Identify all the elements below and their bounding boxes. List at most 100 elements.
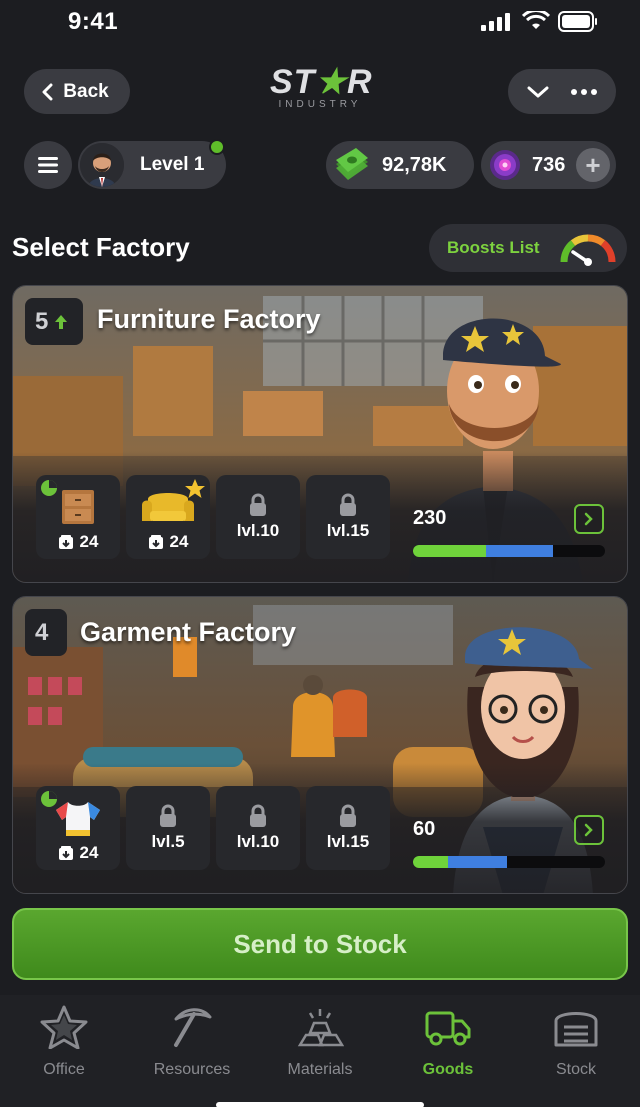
logo-star-icon: ★ xyxy=(315,63,347,101)
add-gems-button[interactable]: + xyxy=(576,148,610,182)
unlock-level-label: lvl.10 xyxy=(236,521,280,540)
boosts-list-button[interactable]: Boosts List xyxy=(429,224,627,272)
factory-progress-bar xyxy=(413,856,605,868)
factory-stat: 60 xyxy=(413,818,436,840)
logo-word-a: ST xyxy=(270,63,316,101)
tab-label: Goods xyxy=(422,1061,474,1078)
dresser-icon xyxy=(62,490,94,524)
bottom-tab-bar: Office Resources Materials Goods Stock xyxy=(0,995,640,1107)
avatar[interactable] xyxy=(80,143,124,187)
locked-slot[interactable]: lvl.10 xyxy=(216,475,300,559)
progress-green-segment xyxy=(413,545,486,557)
tab-label: Office xyxy=(43,1061,85,1078)
factory-level: 4 xyxy=(35,618,49,646)
warehouse-icon xyxy=(554,1012,598,1047)
timer-pie-icon xyxy=(41,791,57,807)
tab-resources[interactable]: Resources xyxy=(137,1005,247,1079)
lock-icon xyxy=(340,804,356,827)
hamburger-icon xyxy=(38,157,58,173)
signal-icon xyxy=(481,13,510,31)
cash-stack-icon xyxy=(336,148,368,180)
product-count: 24 xyxy=(169,532,189,551)
factory-level: 5 xyxy=(35,307,49,335)
gem-amount: 736 xyxy=(532,153,566,176)
back-button[interactable]: Back xyxy=(24,69,130,114)
status-time: 9:41 xyxy=(68,8,119,35)
product-count: 24 xyxy=(79,532,99,551)
tab-goods[interactable]: Goods xyxy=(393,1005,503,1079)
product-slot-dresser[interactable]: 24 xyxy=(36,475,120,559)
options-menu-button[interactable] xyxy=(508,69,616,114)
tab-materials[interactable]: Materials xyxy=(265,1005,375,1079)
locked-slot[interactable]: lvl.15 xyxy=(306,786,390,870)
tab-stock[interactable]: Stock xyxy=(521,1005,631,1079)
chevron-right-icon xyxy=(584,512,593,526)
tab-label: Resources xyxy=(153,1061,231,1078)
product-slot-tshirt[interactable]: 24 xyxy=(36,786,120,870)
player-level-pill[interactable]: Level 1 xyxy=(78,141,226,189)
lock-icon xyxy=(250,493,266,516)
pickaxe-icon xyxy=(174,1008,212,1047)
boosts-list-label: Boosts List xyxy=(447,238,540,257)
chevron-right-icon xyxy=(584,823,593,837)
chevron-down-icon[interactable] xyxy=(527,85,549,99)
lock-icon xyxy=(250,804,266,827)
product-slots: 24 lvl.5 lvl.10 lvl.15 xyxy=(36,786,390,870)
stock-box-icon xyxy=(58,846,73,860)
tshirt-icon xyxy=(56,802,100,836)
progress-blue-segment xyxy=(447,856,508,868)
back-label: Back xyxy=(63,80,109,102)
hamburger-menu-button[interactable] xyxy=(24,141,72,189)
chevron-left-icon xyxy=(42,83,53,100)
gem-balance-pill[interactable]: 736 + xyxy=(481,141,616,189)
tab-office[interactable]: Office xyxy=(9,1005,119,1079)
open-factory-button[interactable] xyxy=(574,504,604,534)
stock-box-icon xyxy=(148,535,163,549)
open-factory-button[interactable] xyxy=(574,815,604,845)
factory-level-badge: 4 xyxy=(25,609,67,656)
unlock-level-label: lvl.10 xyxy=(236,832,280,851)
cash-balance-pill[interactable]: 92,78K xyxy=(326,141,474,189)
level-up-arrow-icon xyxy=(55,314,68,329)
unlock-level-label: lvl.15 xyxy=(326,832,370,851)
locked-slot[interactable]: lvl.15 xyxy=(306,475,390,559)
app-logo: ST★R INDUSTRY xyxy=(270,63,373,119)
send-to-stock-button[interactable]: Send to Stock xyxy=(12,908,628,980)
locked-slot[interactable]: lvl.5 xyxy=(126,786,210,870)
factory-name: Furniture Factory xyxy=(97,304,321,334)
ingots-icon xyxy=(297,1009,344,1047)
stock-box-icon xyxy=(58,535,73,549)
factory-level-badge: 5 xyxy=(25,298,83,345)
factory-card-garment[interactable]: 4 Garment Factory 24 lvl.5 lvl.10 lvl.15… xyxy=(12,596,628,894)
unlock-level-label: lvl.15 xyxy=(326,521,370,540)
player-level-label: Level 1 xyxy=(140,154,205,175)
star-icon xyxy=(40,1005,88,1049)
factory-stat: 230 xyxy=(413,507,447,529)
product-count: 24 xyxy=(79,843,99,862)
tab-label: Materials xyxy=(287,1061,353,1078)
logo-subtitle: INDUSTRY xyxy=(278,99,362,110)
product-slot-armchair[interactable]: 24 xyxy=(126,475,210,559)
factory-progress-bar xyxy=(413,545,605,557)
lock-icon xyxy=(340,493,356,516)
speedometer-icon xyxy=(560,234,616,266)
tab-label: Stock xyxy=(555,1061,596,1078)
factory-name: Garment Factory xyxy=(80,617,297,647)
logo-word-b: R xyxy=(346,63,373,101)
more-dots-icon[interactable] xyxy=(571,88,597,95)
page-title: Select Factory xyxy=(12,232,190,262)
product-slots: 24 24 lvl.10 lvl.15 xyxy=(36,475,390,559)
home-indicator xyxy=(216,1102,424,1107)
factory-card-furniture[interactable]: 5 Furniture Factory 24 24 lvl.10 lvl.15 … xyxy=(12,285,628,583)
timer-pie-icon xyxy=(41,480,57,496)
cash-amount: 92,78K xyxy=(382,153,447,176)
battery-icon xyxy=(558,11,597,32)
unlock-level-label: lvl.5 xyxy=(151,832,185,851)
locked-slot[interactable]: lvl.10 xyxy=(216,786,300,870)
online-status-dot xyxy=(209,139,225,155)
star-badge-icon xyxy=(185,479,205,498)
truck-icon xyxy=(425,1011,471,1046)
progress-green-segment xyxy=(413,856,448,868)
wifi-icon xyxy=(522,11,550,29)
progress-blue-segment xyxy=(485,545,554,557)
